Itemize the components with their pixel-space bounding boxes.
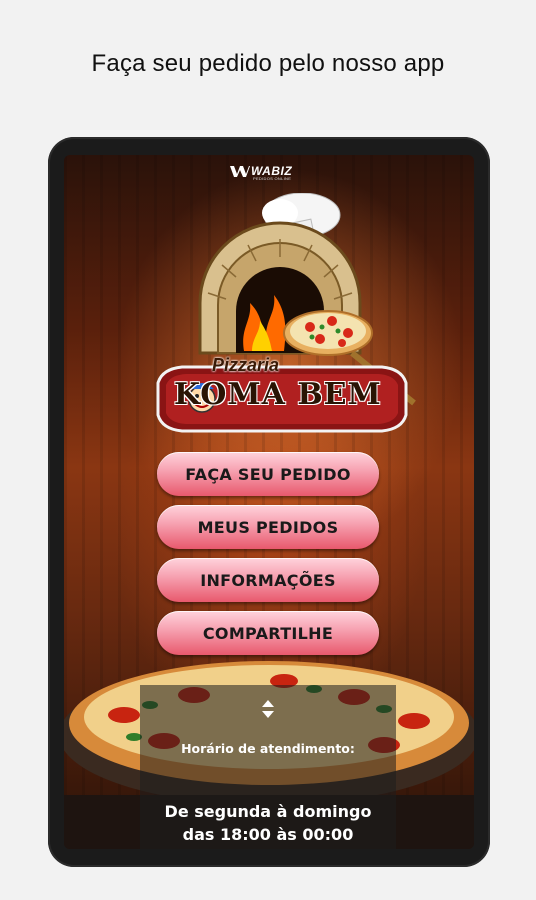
tablet-frame: WABIZ PEDIDOS ONLINE Pizzaria KOMA BEM F… xyxy=(48,137,490,867)
pizzeria-logo: Pizzaria KOMA BEM xyxy=(152,192,422,443)
expand-collapse-icon[interactable] xyxy=(258,697,278,721)
logo-subtitle: Pizzaria xyxy=(212,355,280,375)
app-screen: WABIZ PEDIDOS ONLINE Pizzaria KOMA BEM F… xyxy=(64,155,474,849)
logo-title: KOMA BEM xyxy=(174,377,382,412)
order-button[interactable]: FAÇA SEU PEDIDO xyxy=(157,452,379,496)
main-menu: FAÇA SEU PEDIDO MEUS PEDIDOS INFORMAÇÕES… xyxy=(157,452,379,664)
my-orders-button[interactable]: MEUS PEDIDOS xyxy=(157,505,379,549)
hours-label: Horário de atendimento: xyxy=(181,741,355,756)
brand-tagline: PEDIDOS ONLINE xyxy=(253,176,292,181)
hours-panel: Horário de atendimento: De segunda à dom… xyxy=(140,685,396,849)
wabiz-brand: WABIZ PEDIDOS ONLINE xyxy=(230,163,310,181)
promo-headline: Faça seu pedido pelo nosso app xyxy=(91,50,445,77)
info-button[interactable]: INFORMAÇÕES xyxy=(157,558,379,602)
hours-time: das 18:00 às 00:00 xyxy=(182,825,354,844)
hours-days: De segunda à domingo xyxy=(164,802,372,821)
wabiz-logo-icon xyxy=(230,166,250,177)
